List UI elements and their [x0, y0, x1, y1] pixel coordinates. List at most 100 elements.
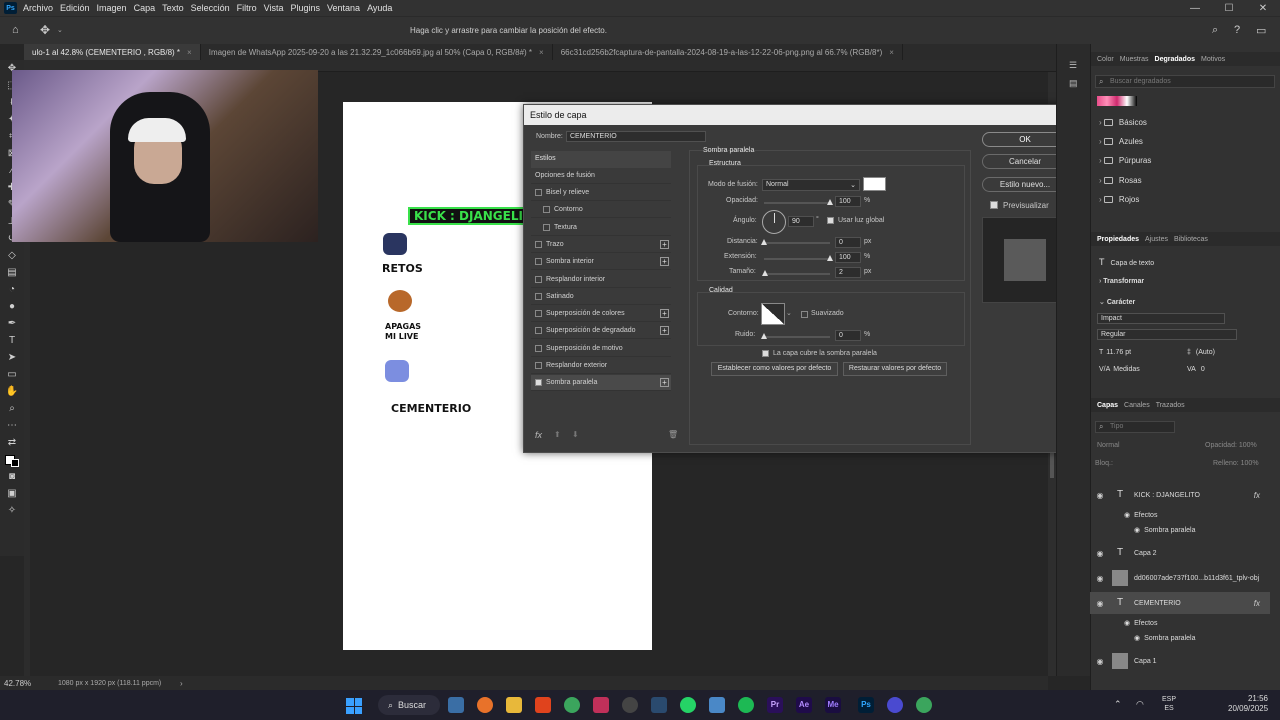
- fx-icon[interactable]: fx: [1254, 599, 1260, 608]
- style-item[interactable]: Textura: [531, 220, 671, 236]
- style-checkbox[interactable]: [535, 327, 542, 335]
- add-style-icon[interactable]: +: [660, 239, 669, 249]
- eye-icon[interactable]: ◉: [1092, 491, 1108, 500]
- taskbar-app-icon[interactable]: [887, 697, 903, 713]
- style-item[interactable]: Trazo +: [531, 237, 671, 253]
- layer-row[interactable]: ◉ T KICK : DJANGELITO fx: [1090, 484, 1270, 506]
- layer-row[interactable]: ◉ Capa 1: [1090, 650, 1270, 672]
- taskbar-app-icon[interactable]: [477, 697, 493, 713]
- tab-degradados[interactable]: Degradados: [1155, 56, 1195, 63]
- global-light-checkbox[interactable]: [827, 217, 834, 224]
- search-icon[interactable]: ⌕: [1212, 24, 1218, 37]
- style-item[interactable]: Superposición de degradado +: [531, 323, 671, 340]
- style-item[interactable]: Contorno: [531, 202, 671, 219]
- eye-icon[interactable]: ◉: [1134, 634, 1140, 642]
- antialias-checkbox[interactable]: [801, 311, 808, 318]
- tab-propiedades[interactable]: Propiedades: [1097, 236, 1139, 243]
- style-item[interactable]: Satinado: [531, 289, 671, 305]
- layer-opacity[interactable]: Opacidad: 100%: [1205, 442, 1257, 449]
- menu-ventana[interactable]: Ventana: [327, 3, 360, 13]
- add-style-icon[interactable]: +: [660, 257, 669, 267]
- shadow-color-swatch[interactable]: [863, 177, 886, 191]
- gradient-presets[interactable]: [1097, 96, 1137, 106]
- eye-icon[interactable]: ◉: [1124, 619, 1130, 627]
- tab-color[interactable]: Color: [1097, 56, 1114, 63]
- clock[interactable]: 21:56 20/09/2025: [1228, 694, 1268, 714]
- spread-field[interactable]: 100: [835, 252, 861, 263]
- eye-icon[interactable]: ◉: [1092, 574, 1108, 583]
- style-item[interactable]: Resplandor interior: [531, 272, 671, 288]
- zoom-level[interactable]: 42.78%: [0, 679, 50, 688]
- style-item[interactable]: Sombra paralela +: [531, 375, 671, 392]
- style-item[interactable]: Superposición de motivo: [531, 341, 671, 357]
- eye-icon[interactable]: ◉: [1124, 511, 1130, 519]
- style-blend-options[interactable]: Opciones de fusión: [531, 168, 671, 184]
- layer-filter-input[interactable]: ⌕ Tipo: [1095, 421, 1175, 433]
- tab-document-1[interactable]: ulo-1 al 42.8% (CEMENTERIO , RGB/8) * ×: [24, 44, 201, 60]
- style-checkbox[interactable]: [535, 344, 542, 352]
- gradient-tool-icon[interactable]: ▤: [0, 264, 24, 281]
- hand-tool-icon[interactable]: ✋: [0, 383, 24, 400]
- tab-capas[interactable]: Capas: [1097, 402, 1118, 409]
- fx-icon[interactable]: fx: [535, 430, 542, 440]
- angle-field[interactable]: 90: [788, 216, 814, 227]
- kick-banner[interactable]: KICK : DJANGELITO: [408, 207, 526, 225]
- taskbar-aftereffects-icon[interactable]: Ae: [796, 697, 812, 713]
- tab-motivos[interactable]: Motivos: [1201, 56, 1225, 63]
- type-tool-icon[interactable]: T: [0, 332, 24, 349]
- folder-rosas[interactable]: › Rosas: [1099, 176, 1142, 185]
- kerning-field[interactable]: V/A Medidas: [1099, 366, 1140, 373]
- style-checkbox[interactable]: [535, 189, 542, 196]
- style-checkbox[interactable]: [535, 292, 542, 300]
- menu-filtro[interactable]: Filtro: [237, 3, 257, 13]
- scrollbar-thumb[interactable]: [1050, 452, 1054, 478]
- style-checkbox[interactable]: [535, 240, 542, 248]
- add-style-icon[interactable]: +: [660, 309, 669, 319]
- eye-icon[interactable]: ◉: [1092, 657, 1108, 666]
- chevron-down-icon[interactable]: ⌄: [786, 309, 792, 317]
- noise-slider[interactable]: [764, 336, 830, 338]
- close-icon[interactable]: ×: [889, 48, 894, 57]
- swap-colors-icon[interactable]: ⇄: [0, 434, 24, 451]
- taskbar-folder-icon[interactable]: [506, 697, 522, 713]
- arrow-up-icon[interactable]: ⬆: [554, 430, 561, 439]
- windows-start-icon[interactable]: [346, 698, 362, 714]
- add-style-icon[interactable]: +: [660, 378, 669, 388]
- layer-blend-mode[interactable]: Normal: [1097, 442, 1120, 449]
- tab-muestras[interactable]: Muestras: [1120, 56, 1149, 63]
- menu-imagen[interactable]: Imagen: [97, 3, 127, 13]
- tab-canales[interactable]: Canales: [1124, 402, 1150, 409]
- generative-icon[interactable]: ✧: [0, 502, 24, 519]
- layer-row[interactable]: ◉ dd06007ade737f100...b11d3f61_tplv-obj: [1090, 567, 1270, 589]
- fx-icon[interactable]: fx: [1254, 491, 1260, 500]
- style-checkbox[interactable]: [535, 275, 542, 283]
- style-checkbox[interactable]: [535, 310, 542, 318]
- layer-row[interactable]: ◉ Efectos: [1090, 617, 1270, 629]
- distance-slider[interactable]: [764, 242, 830, 244]
- wifi-icon[interactable]: ◠: [1136, 699, 1144, 710]
- menu-seleccion[interactable]: Selección: [191, 3, 230, 13]
- style-checkbox[interactable]: [535, 258, 542, 266]
- taskbar-app-icon[interactable]: [709, 697, 725, 713]
- eye-icon[interactable]: ◉: [1092, 599, 1108, 608]
- character-section[interactable]: ⌄ Carácter: [1099, 298, 1135, 306]
- tab-document-2[interactable]: Imagen de WhatsApp 2025-09-20 a las 21.3…: [201, 44, 553, 60]
- styles-header[interactable]: Estilos: [531, 151, 671, 168]
- contour-preview[interactable]: [761, 303, 785, 325]
- taskbar-spotify-icon[interactable]: [738, 697, 754, 713]
- taskbar-steam-icon[interactable]: [651, 697, 667, 713]
- doc-text-cementerio[interactable]: CEMENTERIO: [391, 402, 471, 415]
- eye-icon[interactable]: ◉: [1092, 549, 1108, 558]
- layer-row[interactable]: ◉ Sombra paralela: [1090, 524, 1270, 536]
- menu-vista[interactable]: Vista: [264, 3, 284, 13]
- folder-rojos[interactable]: › Rojos: [1099, 195, 1139, 204]
- spread-slider[interactable]: [764, 258, 830, 260]
- blur-tool-icon[interactable]: ◔: [0, 281, 24, 298]
- style-checkbox[interactable]: [543, 206, 550, 214]
- doc-text-retos[interactable]: RETOS: [382, 262, 423, 275]
- font-size-field[interactable]: T 11.76 pt: [1099, 349, 1131, 356]
- layer-name-field[interactable]: CEMENTERIO: [566, 131, 706, 142]
- doc-text-apagas[interactable]: APAGAS MI LIVE: [385, 322, 425, 342]
- folder-purpuras[interactable]: › Púrpuras: [1099, 156, 1151, 165]
- layer-row[interactable]: ◉ Efectos: [1090, 509, 1270, 521]
